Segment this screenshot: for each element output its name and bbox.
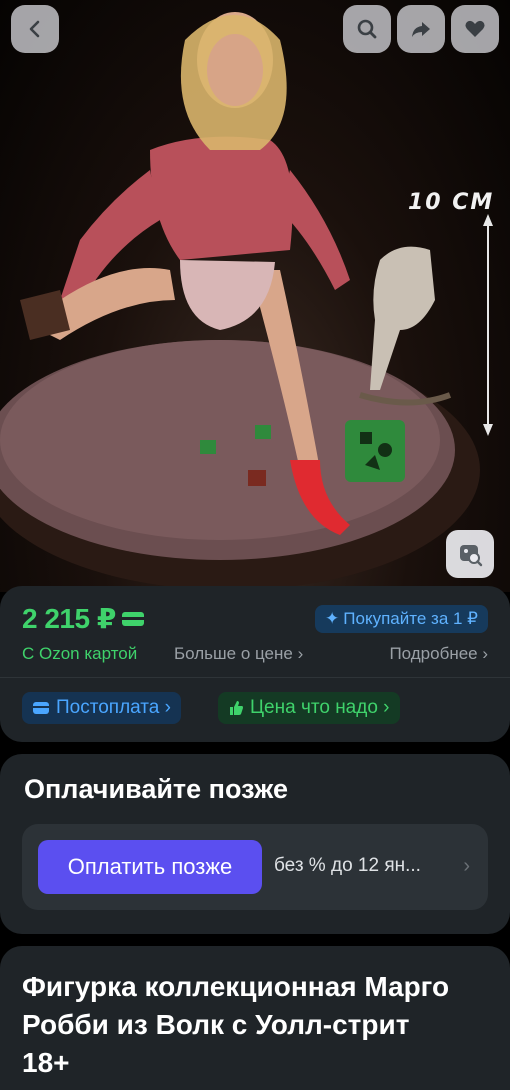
thumbs-up-icon <box>230 701 243 715</box>
product-title: Фигурка коллекционная Марго Робби из Вол… <box>22 971 450 1078</box>
postpay-chip[interactable]: Постоплата › <box>22 692 181 724</box>
postpay-label: Постоплата › <box>56 697 171 718</box>
product-title-card: Фигурка коллекционная Марго Робби из Вол… <box>0 946 510 1090</box>
fair-price-label: Цена что надо › <box>250 697 390 718</box>
pay-later-terms: без % до 12 ян... <box>274 855 421 876</box>
more-about-price-link[interactable]: Больше о цене › <box>174 644 303 664</box>
fair-price-chip[interactable]: Цена что надо › <box>218 692 400 724</box>
favorite-button[interactable] <box>451 5 499 53</box>
chevron-right-icon: › <box>463 855 470 877</box>
price-value: 2 215 ₽ <box>22 603 116 634</box>
figurine-photo <box>0 12 493 590</box>
buy-for-label: Покупайте за 1 ₽ <box>343 609 478 628</box>
sparkle-icon: ✦ <box>325 609 340 628</box>
pay-later-title: Оплачивайте позже <box>24 774 288 804</box>
divider <box>0 677 510 678</box>
product-image[interactable]: 10 CM <box>0 0 510 592</box>
price-block[interactable]: 2 215 ₽ <box>22 602 144 635</box>
wallet-icon <box>33 702 49 714</box>
chevron-left-icon <box>29 20 40 38</box>
details-link[interactable]: Подробнее › <box>389 644 488 664</box>
pay-later-card: Оплачивайте позже Оплатить позже без % д… <box>0 754 510 934</box>
ozon-card-note: С Ozon картой <box>22 644 138 663</box>
share-button[interactable] <box>397 5 445 53</box>
search-icon <box>357 19 377 39</box>
pay-later-button[interactable]: Оплатить позже <box>38 840 262 894</box>
card-icon <box>121 611 144 626</box>
image-search-icon <box>460 545 483 567</box>
back-button[interactable] <box>11 5 59 53</box>
price-card: 2 215 ₽ ✦ Покупайте за 1 ₽ С Ozon картой… <box>0 586 510 742</box>
pay-later-row[interactable]: Оплатить позже без % до 12 ян... › <box>22 824 488 910</box>
buy-for-1-ruble-badge[interactable]: ✦ Покупайте за 1 ₽ <box>315 605 488 633</box>
size-label: 10 CM <box>408 190 495 215</box>
share-arrow-icon <box>412 22 430 37</box>
heart-icon <box>465 20 485 37</box>
image-search-button[interactable] <box>446 530 494 578</box>
search-button[interactable] <box>343 5 391 53</box>
